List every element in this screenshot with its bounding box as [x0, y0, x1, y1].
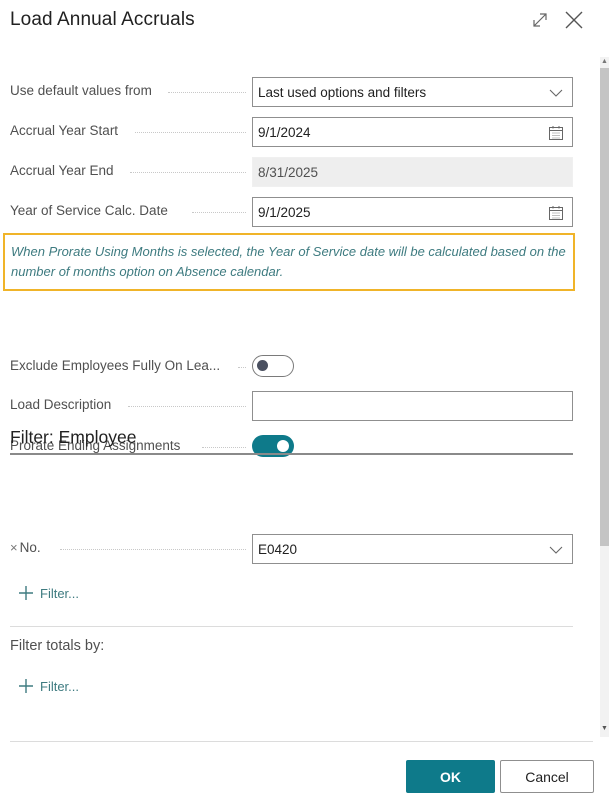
toggle-knob	[257, 360, 268, 371]
accrual-year-start-label: Accrual Year Start	[10, 123, 119, 138]
use-default-values-label: Use default values from	[10, 83, 152, 98]
remove-filter-icon[interactable]: ×	[10, 540, 18, 555]
scrollbar-thumb[interactable]	[600, 68, 609, 546]
leader-dots	[130, 172, 246, 173]
accrual-year-end-value: 8/31/2025	[258, 165, 319, 180]
ok-button[interactable]: OK	[406, 760, 495, 793]
filter-no-select[interactable]: E0420	[252, 534, 573, 564]
accrual-year-start-row: Accrual Year Start 9/1/2024	[10, 117, 573, 147]
filter-no-value: E0420	[258, 542, 298, 557]
add-filter-label: Filter...	[40, 586, 80, 601]
year-of-service-value: 9/1/2025	[258, 205, 311, 220]
use-default-values-row: Use default values from Last used option…	[10, 77, 573, 107]
toggle-knob	[277, 440, 289, 452]
leader-dots	[202, 447, 246, 448]
year-of-service-input[interactable]: 9/1/2025	[252, 197, 573, 227]
use-default-values-value: Last used options and filters	[258, 85, 427, 100]
scroll-down-icon[interactable]: ▼	[601, 725, 609, 733]
accrual-year-end-field: 8/31/2025	[252, 157, 573, 187]
leader-dots	[238, 367, 246, 368]
leader-dots	[192, 212, 246, 213]
exclude-employees-toggle[interactable]	[252, 355, 294, 377]
exclude-employees-label: Exclude Employees Fully On Lea...	[10, 358, 221, 373]
load-description-input[interactable]	[252, 391, 573, 421]
close-icon[interactable]	[563, 9, 585, 31]
use-default-values-select[interactable]: Last used options and filters	[252, 77, 573, 107]
filter-divider	[10, 626, 573, 627]
year-of-service-row: Year of Service Calc. Date 9/1/2025	[10, 197, 573, 227]
filter-no-row: × No. E0420	[10, 534, 573, 564]
plus-icon	[18, 585, 34, 601]
chevron-down-icon[interactable]	[548, 542, 564, 558]
year-of-service-label: Year of Service Calc. Date	[10, 203, 168, 218]
expand-icon[interactable]	[529, 9, 551, 31]
dialog-header: Load Annual Accruals	[0, 0, 609, 45]
dialog-content: Use default values from Last used option…	[0, 60, 590, 740]
accrual-year-start-input[interactable]: 9/1/2024	[252, 117, 573, 147]
dialog-title: Load Annual Accruals	[10, 9, 195, 30]
add-employee-filter-link[interactable]: Filter...	[18, 585, 79, 601]
plus-icon	[18, 678, 34, 694]
leader-dots	[135, 132, 246, 133]
cancel-button[interactable]: Cancel	[500, 760, 594, 793]
leader-dots	[60, 549, 246, 550]
load-description-label: Load Description	[10, 397, 112, 412]
filter-no-label: × No.	[10, 540, 250, 555]
filter-totals-title: Filter totals by:	[10, 638, 105, 654]
chevron-down-icon[interactable]	[548, 85, 564, 101]
add-totals-filter-link[interactable]: Filter...	[18, 678, 79, 694]
scroll-up-icon[interactable]: ▲	[601, 58, 609, 66]
leader-dots	[168, 92, 246, 93]
filter-employee-title: Filter: Employee	[10, 427, 137, 447]
info-note: When Prorate Using Months is selected, t…	[3, 233, 575, 291]
load-description-row: Load Description	[10, 391, 573, 421]
calendar-icon[interactable]	[548, 125, 564, 141]
section-divider	[10, 453, 573, 455]
add-filter-label: Filter...	[40, 679, 80, 694]
accrual-year-end-row: Accrual Year End 8/31/2025	[10, 157, 573, 187]
accrual-year-start-value: 9/1/2024	[258, 125, 311, 140]
leader-dots	[128, 406, 246, 407]
exclude-employees-row: Exclude Employees Fully On Lea...	[10, 352, 573, 382]
footer-divider	[10, 741, 593, 742]
accrual-year-end-label: Accrual Year End	[10, 163, 114, 178]
calendar-icon[interactable]	[548, 205, 564, 221]
filter-no-label-text: No.	[19, 540, 41, 555]
